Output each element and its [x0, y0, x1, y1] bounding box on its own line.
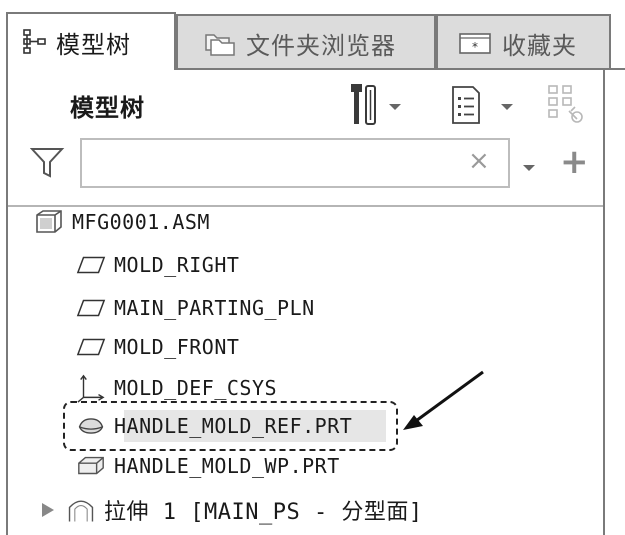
surface-icon [66, 495, 96, 525]
tree-search-input[interactable] [80, 138, 510, 188]
settings-tools-button[interactable] [348, 82, 378, 130]
tab-folder-browser[interactable]: 文件夹浏览器 [176, 14, 436, 70]
folder-icon [204, 29, 236, 57]
tree-item-label: HANDLE_MOLD_WP.PRT [114, 454, 340, 478]
model-tree-icon [22, 28, 48, 56]
coordinate-system-icon [76, 373, 106, 403]
tree-item-workpiece[interactable]: HANDLE_MOLD_WP.PRT [76, 446, 340, 486]
clear-search-icon[interactable]: × [468, 146, 490, 176]
tab-favorites[interactable]: * 收藏夹 [436, 14, 611, 70]
panel-right-border [603, 68, 605, 535]
tree-item-label: MFG0001.ASM [72, 210, 210, 234]
panel-title: 模型树 [70, 94, 145, 122]
column-settings-button[interactable] [545, 83, 585, 131]
svg-text:*: * [472, 40, 478, 54]
tree-item-label: 拉伸 1 [MAIN_PS - 分型面] [104, 500, 423, 525]
tree-item-label: MAIN_PARTING_PLN [114, 296, 315, 320]
tree-item-csys[interactable]: MOLD_DEF_CSYS [76, 368, 277, 408]
chevron-down-icon [522, 158, 536, 177]
model-tree-panel: 模型树 文件夹浏览器 * 收藏夹 模型树 × + MFG0001.ASM MOL… [0, 0, 625, 535]
tree-item-reference-part[interactable]: HANDLE_MOLD_REF.PRT [76, 406, 352, 446]
show-options-button[interactable] [450, 85, 482, 129]
filter-icon[interactable] [29, 146, 66, 184]
add-filter-button[interactable]: + [560, 142, 589, 182]
chevron-down-icon [500, 97, 514, 116]
tab-model-tree[interactable]: 模型树 [6, 12, 176, 70]
search-options-dropdown[interactable] [522, 158, 536, 177]
tools-icon [348, 84, 378, 130]
list-icon [450, 86, 482, 129]
tree-item-surface[interactable]: 拉伸 1 [MAIN_PS - 分型面] [40, 490, 423, 530]
reference-part-icon [76, 411, 106, 441]
assembly-icon [34, 207, 64, 237]
settings-dropdown[interactable] [388, 97, 402, 116]
tree-item-assembly[interactable]: MFG0001.ASM [34, 202, 210, 242]
tree-item-datum-plane[interactable]: MOLD_RIGHT [76, 245, 239, 285]
tree-item-label: HANDLE_MOLD_REF.PRT [114, 414, 353, 438]
column-settings-icon [545, 85, 585, 131]
expand-arrow-icon[interactable] [40, 501, 56, 519]
tab-folder-browser-label: 文件夹浏览器 [246, 31, 396, 60]
tab-model-tree-label: 模型树 [56, 30, 131, 59]
datum-plane-icon [76, 293, 106, 323]
tab-bar: 模型树 文件夹浏览器 * 收藏夹 [6, 12, 616, 70]
datum-plane-icon [76, 250, 106, 280]
chevron-down-icon [388, 97, 402, 116]
tree-item-label: MOLD_RIGHT [114, 253, 240, 277]
tree-item-label: MOLD_DEF_CSYS [114, 376, 278, 400]
tab-favorites-label: 收藏夹 [502, 31, 577, 60]
tree-item-label: MOLD_FRONT [114, 335, 240, 359]
workpiece-icon [76, 451, 106, 481]
datum-plane-icon [76, 332, 106, 362]
tab-underline [174, 68, 625, 70]
panel-left-border [6, 68, 8, 535]
annotation-arrow [403, 370, 484, 430]
show-options-dropdown[interactable] [500, 97, 514, 116]
tree-item-datum-plane[interactable]: MOLD_FRONT [76, 327, 239, 367]
favorites-icon: * [458, 30, 492, 56]
tree-item-datum-plane[interactable]: MAIN_PARTING_PLN [76, 288, 315, 328]
